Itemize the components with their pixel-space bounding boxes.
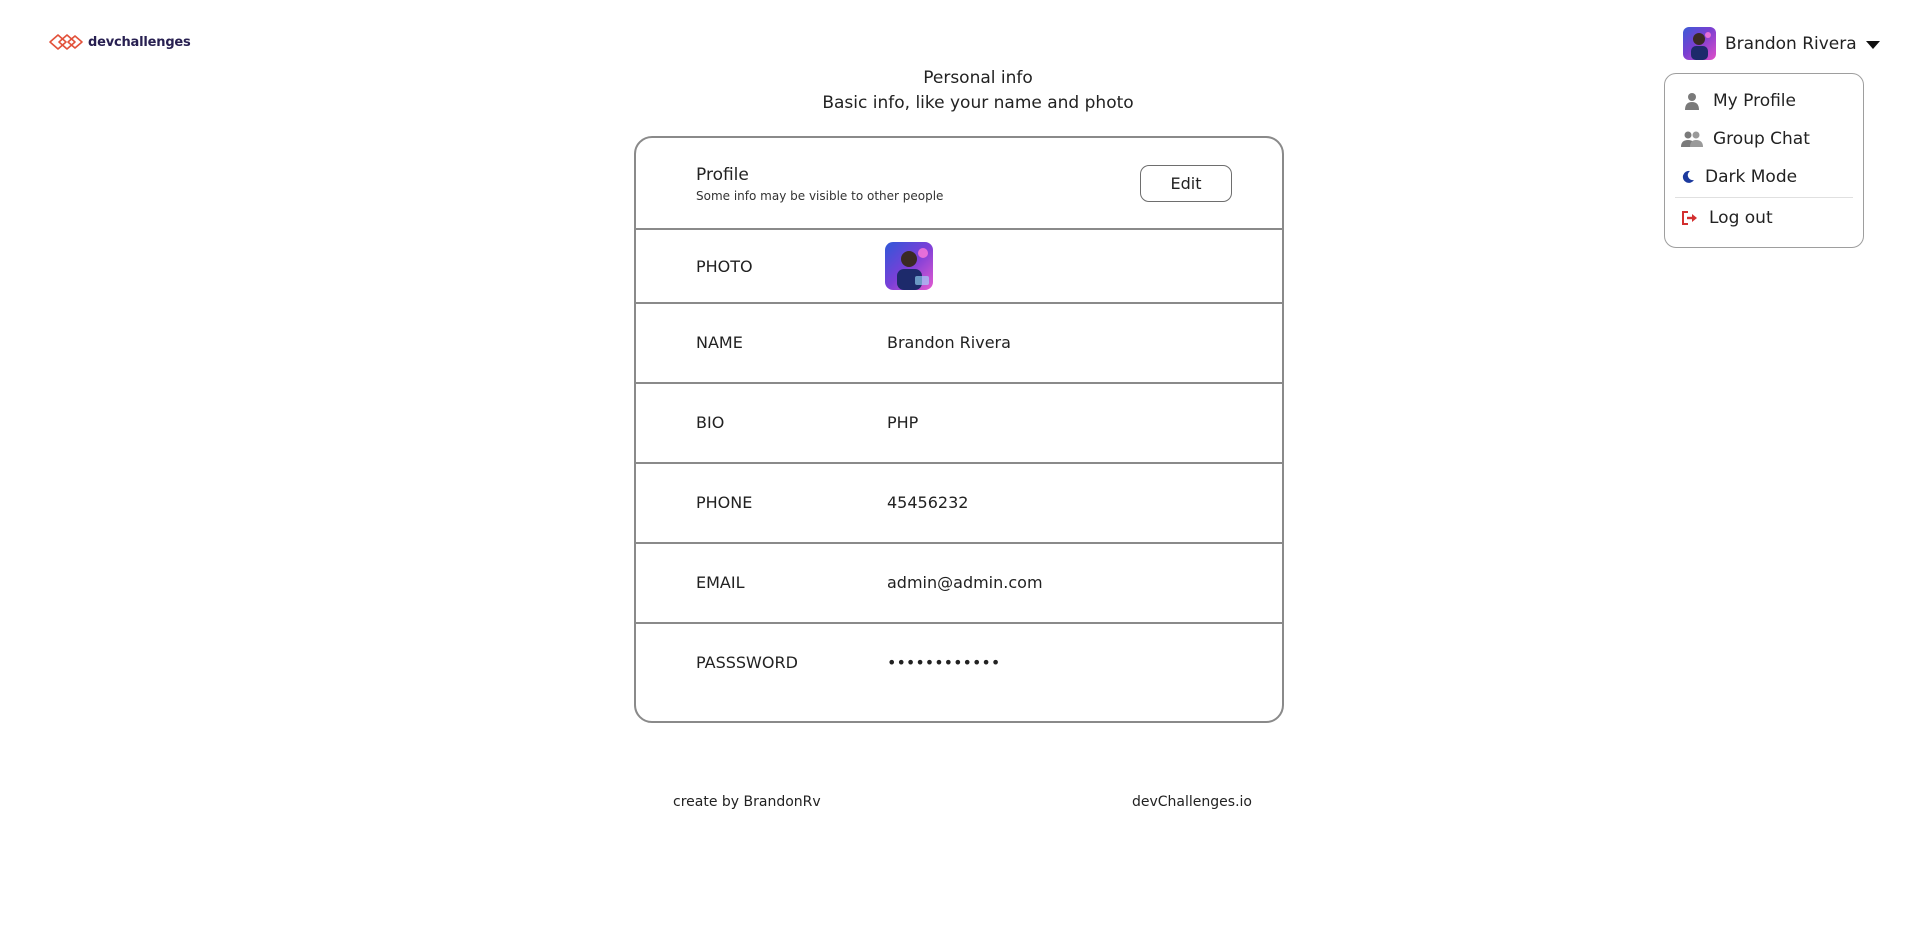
logout-icon [1679, 207, 1701, 229]
page-subtitle: Basic info, like your name and photo [822, 93, 1134, 113]
profile-photo [885, 242, 933, 290]
field-label: PASSSWORD [696, 653, 798, 672]
menu-item-label: Dark Mode [1705, 167, 1798, 187]
profile-row-password: PASSSWORD •••••••••••• [636, 624, 1282, 719]
profile-row-name: NAME Brandon Rivera [636, 304, 1282, 384]
footer-site-link[interactable]: devChallenges.io [1132, 794, 1252, 810]
profile-page: devchallenges Brandon Rivera My Profile [0, 0, 1920, 932]
field-value: admin@admin.com [887, 573, 1043, 592]
profile-row-photo: PHOTO [636, 230, 1282, 304]
field-label: NAME [696, 333, 743, 352]
field-label: PHOTO [696, 257, 753, 276]
user-menu-toggle[interactable]: Brandon Rivera [1683, 27, 1880, 60]
field-label: EMAIL [696, 573, 745, 592]
profile-card-title: Profile [696, 165, 749, 185]
page-title: Personal info [923, 68, 1033, 88]
profile-card-subtitle: Some info may be visible to other people [696, 189, 944, 203]
caret-down-icon [1865, 40, 1880, 49]
field-label: PHONE [696, 493, 753, 512]
field-value: PHP [887, 413, 919, 432]
profile-row-bio: BIO PHP [636, 384, 1282, 464]
profile-row-email: EMAIL admin@admin.com [636, 544, 1282, 624]
logo-mark-icon [49, 34, 83, 50]
moon-icon [1677, 166, 1699, 188]
menu-divider [1675, 197, 1853, 198]
menu-item-label: Group Chat [1713, 129, 1810, 149]
profile-row-phone: PHONE 45456232 [636, 464, 1282, 544]
field-value: 45456232 [887, 493, 969, 512]
logo-text: devchallenges [88, 34, 191, 50]
field-value: Brandon Rivera [887, 333, 1011, 352]
edit-button[interactable]: Edit [1140, 165, 1232, 202]
user-name: Brandon Rivera [1725, 33, 1857, 54]
devchallenges-logo[interactable]: devchallenges [48, 32, 191, 52]
profile-card-header: Profile Some info may be visible to othe… [636, 138, 1282, 230]
profile-card: Profile Some info may be visible to othe… [634, 136, 1284, 723]
footer-credit: create by BrandonRv [673, 794, 821, 810]
menu-item-dark-mode[interactable]: Dark Mode [1675, 158, 1853, 196]
group-icon [1681, 128, 1703, 150]
menu-item-log-out[interactable]: Log out [1675, 199, 1853, 237]
menu-item-label: Log out [1709, 208, 1773, 228]
field-value: •••••••••••• [887, 653, 1001, 672]
avatar [1683, 27, 1716, 60]
menu-item-group-chat[interactable]: Group Chat [1675, 120, 1853, 158]
field-label: BIO [696, 413, 725, 432]
